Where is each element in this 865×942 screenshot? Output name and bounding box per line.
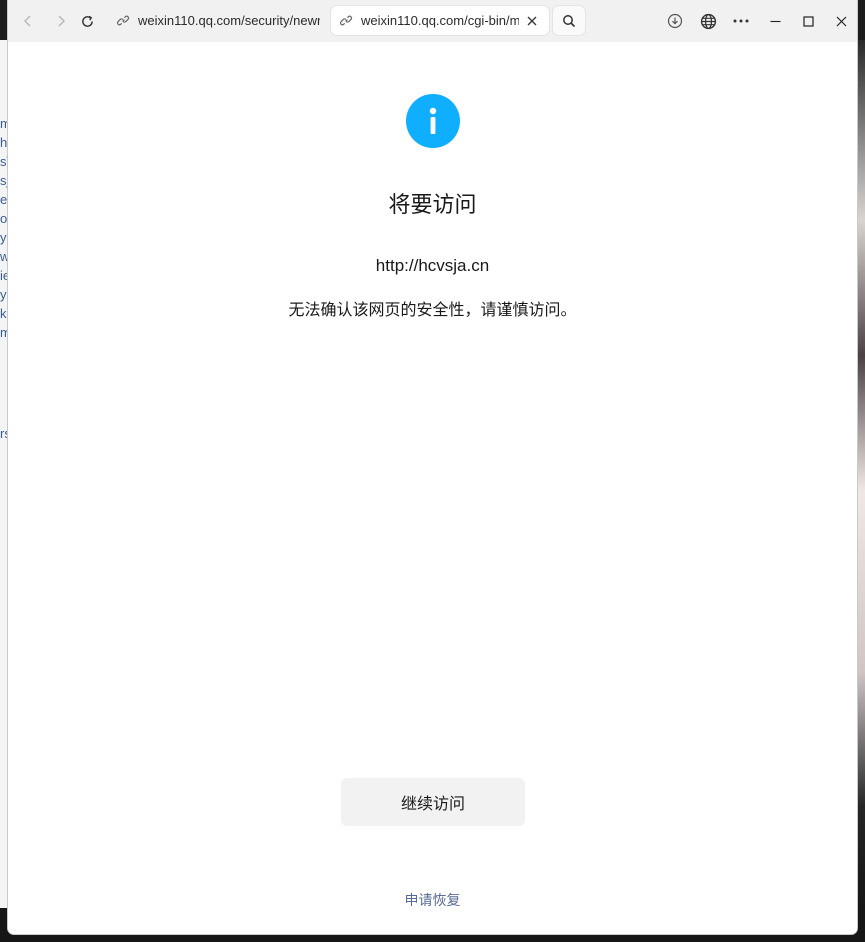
download-icon: [667, 13, 683, 29]
link-icon: [117, 14, 130, 27]
page-title: 将要访问: [388, 193, 477, 218]
warning-message: 无法确认该网页的安全性，请谨慎访问。: [288, 300, 577, 319]
bg-text: w: [0, 249, 8, 264]
maximize-button[interactable]: [796, 9, 820, 33]
minimize-button[interactable]: [763, 9, 787, 33]
tab-security[interactable]: weixin110.qq.com/security/newreadtemplat…: [108, 6, 326, 35]
continue-visit-button[interactable]: 继续访问: [341, 778, 525, 826]
bg-text: h: [0, 135, 8, 150]
bg-text: rs: [0, 426, 8, 441]
bg-text: y: [0, 230, 7, 245]
browser-window: weixin110.qq.com/security/newreadtemplat…: [8, 0, 857, 934]
link-icon: [340, 14, 353, 27]
bg-text: ie: [0, 268, 8, 283]
tab-redirect-confirm[interactable]: weixin110.qq.com/cgi-bin/mmspamsupport-b…: [331, 6, 549, 35]
maximize-icon: [802, 15, 814, 27]
close-tab-button[interactable]: [527, 16, 537, 26]
arrow-left-icon: [23, 15, 31, 27]
info-icon: [406, 94, 460, 148]
forward-button[interactable]: [49, 9, 73, 33]
more-icon: [733, 19, 749, 23]
reload-icon: [81, 15, 93, 27]
bg-text: sj: [0, 173, 8, 188]
bg-text: ex: [0, 192, 8, 207]
tab-title: weixin110.qq.com/cgi-bin/mmspamsupport-b…: [361, 13, 519, 28]
search-icon: [563, 14, 576, 27]
search-button[interactable]: [553, 6, 585, 35]
download-button[interactable]: [663, 9, 687, 33]
close-icon: [527, 16, 537, 25]
bg-text: k: [0, 306, 7, 321]
tab-title: weixin110.qq.com/security/newreadtemplat…: [138, 13, 320, 28]
bg-text: m: [0, 325, 8, 340]
background-wallpaper: [857, 40, 865, 942]
close-window-button[interactable]: [829, 9, 853, 33]
request-restore-link[interactable]: 申请恢复: [8, 890, 857, 910]
globe-icon: [700, 13, 716, 29]
close-icon: [836, 16, 846, 26]
bg-text: m: [0, 116, 8, 131]
browser-titlebar: weixin110.qq.com/security/newreadtemplat…: [8, 0, 857, 43]
bg-text: y: [0, 287, 7, 302]
bg-text: s\: [0, 154, 8, 169]
minimize-icon: [770, 20, 780, 22]
arrow-right-icon: [58, 15, 66, 27]
back-button[interactable]: [16, 9, 40, 33]
background-window-fragment: m h s\ sj ex oh y w ie y k m rs: [0, 40, 8, 910]
more-button[interactable]: [729, 9, 753, 33]
page-content: 将要访问 http://hcvsja.cn 无法确认该网页的安全性，请谨慎访问。…: [8, 42, 857, 934]
bg-text: oh: [0, 211, 8, 226]
target-url: http://hcvsja.cn: [375, 256, 490, 275]
language-button[interactable]: [696, 9, 720, 33]
reload-button[interactable]: [75, 9, 99, 33]
